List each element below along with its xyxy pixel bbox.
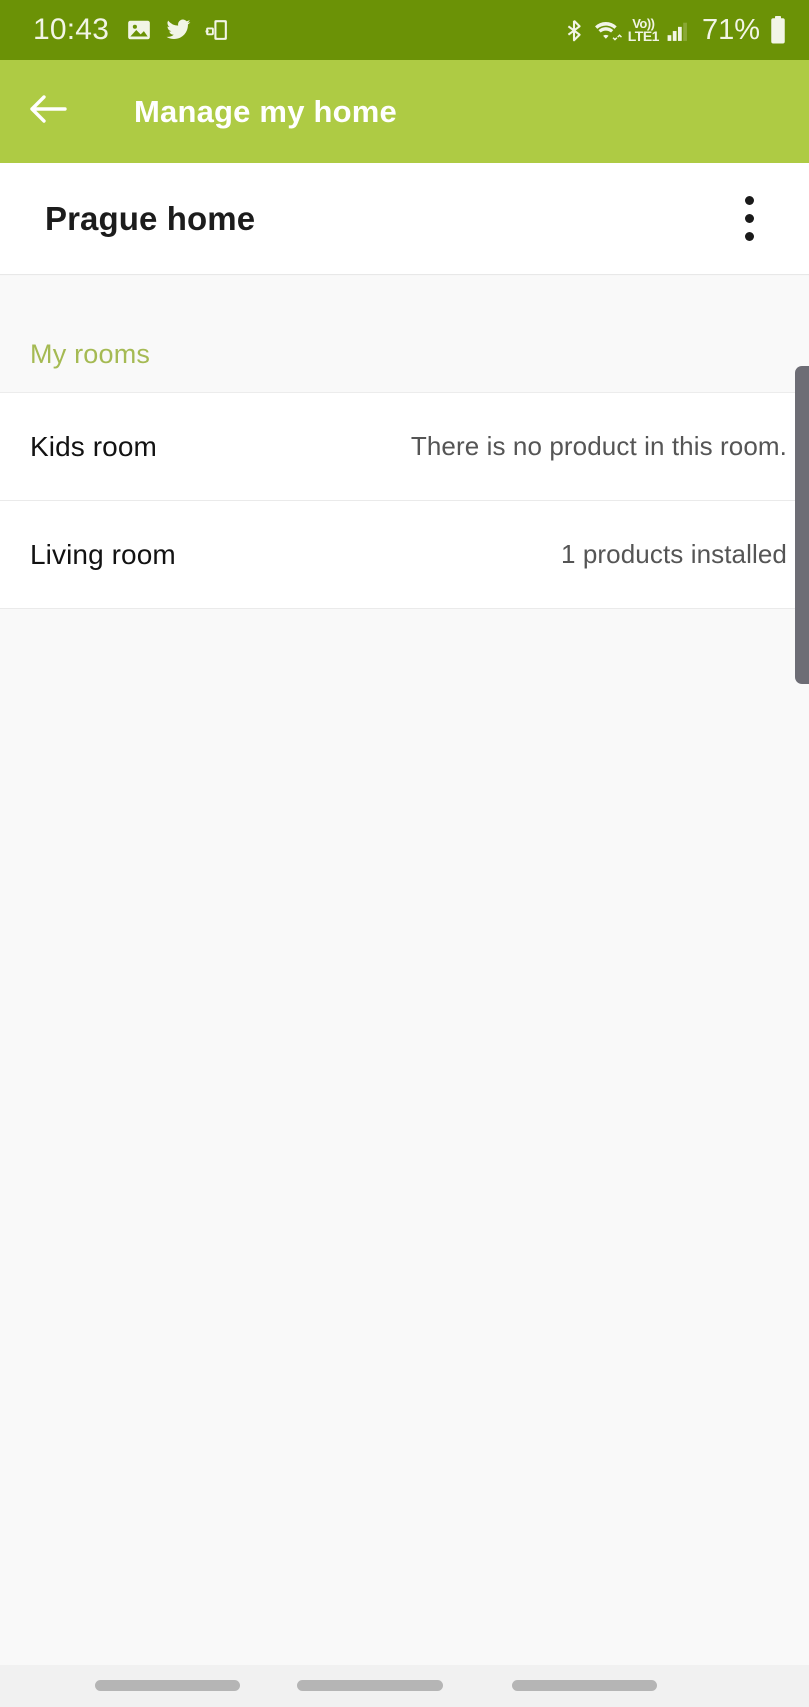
system-navigation-bar	[0, 1665, 809, 1707]
app-bar: Manage my home	[0, 60, 809, 163]
battery-percent-label: 71%	[701, 13, 760, 46]
bluetooth-icon	[562, 17, 586, 44]
room-name-label: Kids room	[30, 430, 157, 462]
twitter-bird-icon	[165, 17, 192, 43]
status-bar-right-group: Vo)) LTE1 71%	[562, 15, 787, 45]
overflow-dot	[744, 232, 754, 241]
room-list: Kids room There is no product in this ro…	[0, 393, 809, 609]
overflow-dot	[744, 196, 754, 205]
room-list-item-kids-room[interactable]: Kids room There is no product in this ro…	[0, 393, 809, 501]
gallery-image-icon	[126, 17, 152, 43]
wifi-icon	[593, 17, 623, 44]
status-bar: 10:43 Vo)) LTE1 71%	[0, 0, 809, 60]
phone-screen: 10:43 Vo)) LTE1 71% Manage my home Pragu…	[0, 0, 809, 1707]
room-status-label: There is no product in this room.	[410, 431, 787, 461]
room-list-item-living-room[interactable]: Living room 1 products installed	[0, 501, 809, 609]
back-navigation-button[interactable]	[0, 60, 96, 163]
smart-view-cast-icon	[205, 17, 230, 43]
more-vertical-icon[interactable]	[719, 183, 779, 255]
battery-icon	[769, 15, 787, 45]
volte-lte-indicator: Vo)) LTE1	[627, 17, 660, 44]
scrollbar-thumb[interactable]	[795, 366, 809, 684]
empty-list-area	[0, 609, 809, 1665]
nav-recents-button[interactable]	[95, 1680, 240, 1691]
section-header-label: My rooms	[30, 339, 151, 369]
overflow-dot	[744, 214, 754, 223]
arrow-left-icon	[26, 90, 70, 133]
my-rooms-section-header: My rooms	[0, 276, 809, 393]
scrollbar-track[interactable]	[795, 163, 809, 1665]
nav-back-button[interactable]	[512, 1680, 657, 1691]
page-title: Manage my home	[134, 93, 397, 129]
status-bar-left-group: 10:43	[33, 15, 562, 45]
home-name-label: Prague home	[45, 199, 256, 237]
home-header-row[interactable]: Prague home	[0, 163, 809, 275]
lte-label: LTE1	[627, 28, 660, 44]
mobile-signal-icon	[665, 18, 691, 43]
nav-home-button[interactable]	[297, 1680, 443, 1691]
room-name-label: Living room	[30, 538, 176, 570]
room-status-label: 1 products installed	[560, 539, 787, 569]
status-bar-clock: 10:43	[33, 13, 110, 46]
